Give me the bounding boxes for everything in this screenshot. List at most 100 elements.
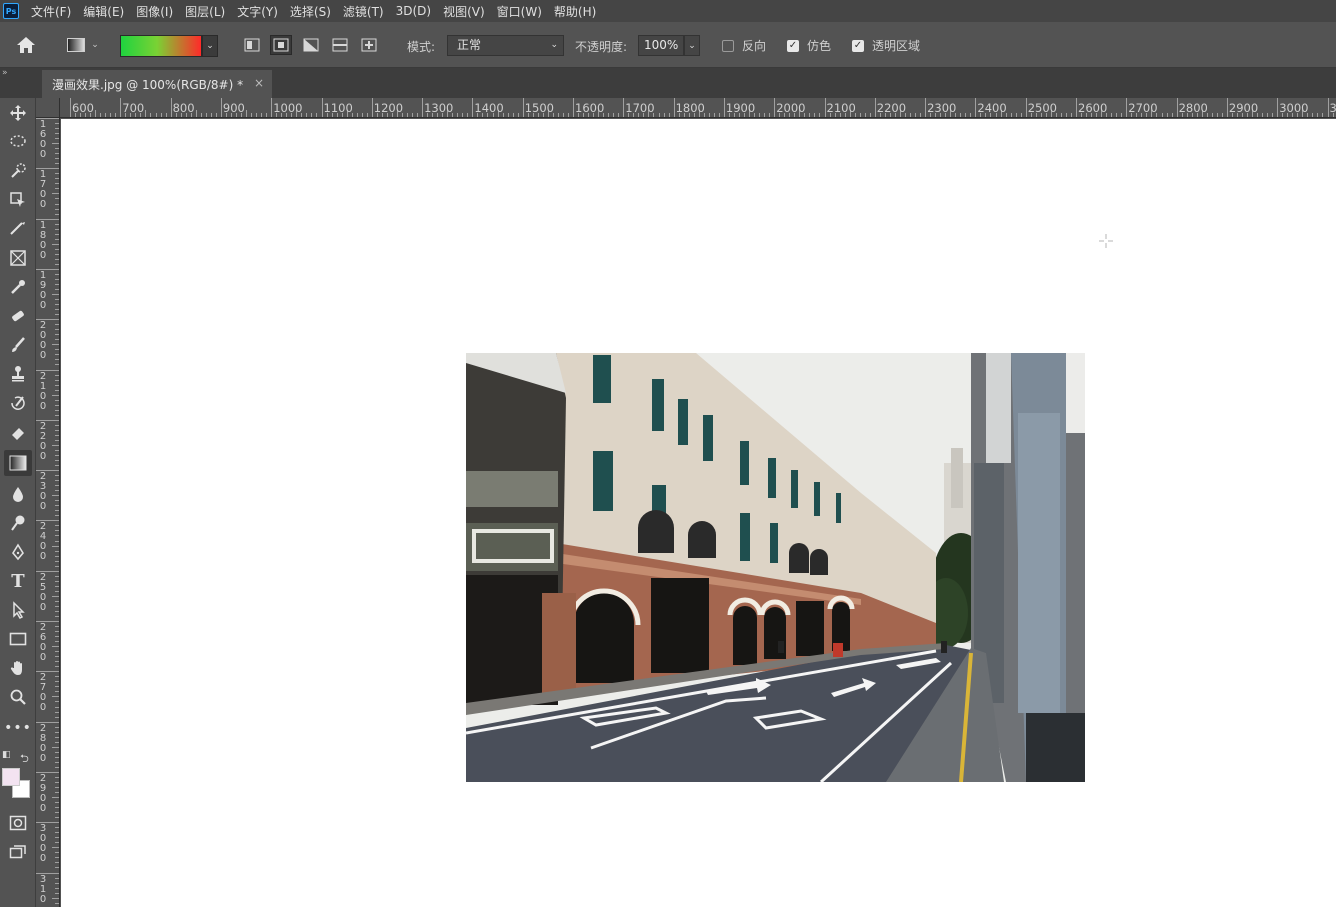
ruler-minor-tick <box>55 409 59 411</box>
reverse-checkbox[interactable]: 反向 <box>722 37 766 54</box>
ruler-minor-tick <box>195 110 197 117</box>
opacity-input[interactable]: 100% <box>638 35 684 56</box>
ruler-minor-tick <box>55 877 59 879</box>
transparency-checkbox[interactable]: ✓ 透明区域 <box>852 37 920 54</box>
ruler-minor-tick <box>55 455 59 456</box>
document-tab[interactable]: 漫画效果.jpg @ 100%(RGB/8#) * × <box>42 70 272 98</box>
ruler-major-tick <box>723 98 725 117</box>
eyedropper-tool-icon[interactable] <box>4 274 32 300</box>
ruler-minor-tick <box>266 113 268 117</box>
ruler-minor-tick <box>1065 113 1067 117</box>
checkbox-box[interactable] <box>722 39 734 52</box>
reflected-gradient-icon <box>332 38 348 52</box>
brush-tool-icon[interactable] <box>4 332 32 358</box>
path-selection-tool-icon[interactable] <box>4 597 32 623</box>
menu-filter[interactable]: 滤镜(T) <box>343 3 384 20</box>
ruler-major-tick <box>1076 98 1077 117</box>
reflected-gradient-button[interactable] <box>329 35 351 55</box>
menu-help[interactable]: 帮助(H) <box>554 3 596 20</box>
gradient-editor-swatch[interactable] <box>120 35 202 57</box>
quick-mask-icon[interactable] <box>4 810 32 836</box>
tool-preset-picker[interactable]: ⌄ <box>62 34 104 56</box>
ruler-minor-tick <box>55 460 59 462</box>
object-selection-tool-icon[interactable] <box>4 187 32 213</box>
default-colors-icon[interactable]: ◧ <box>2 750 11 760</box>
more-tools-icon[interactable]: ••• <box>4 715 32 741</box>
dodge-tool-icon[interactable] <box>4 510 32 536</box>
menu-file[interactable]: 文件(F) <box>31 3 71 20</box>
ruler-minor-tick <box>1161 113 1163 117</box>
close-icon[interactable]: × <box>254 76 264 90</box>
ruler-minor-tick <box>55 510 59 512</box>
ruler-minor-tick <box>55 661 59 663</box>
ruler-minor-tick <box>115 113 117 117</box>
eraser-tool-icon[interactable] <box>4 419 32 445</box>
radial-gradient-button[interactable] <box>270 35 292 55</box>
screen-mode-icon[interactable] <box>4 839 32 865</box>
ruler-minor-tick <box>55 429 59 431</box>
opacity-slider-dropdown[interactable]: ⌄ <box>684 35 700 56</box>
menu-view[interactable]: 视图(V) <box>443 3 485 20</box>
crop-tool-icon[interactable] <box>4 216 32 242</box>
ruler-minor-tick <box>55 188 59 190</box>
ruler-label: 2500 <box>1027 101 1057 115</box>
home-icon[interactable] <box>14 34 38 56</box>
ruler-minor-tick <box>1211 113 1213 117</box>
move-tool-icon[interactable] <box>4 100 32 126</box>
ruler-label: 2000 <box>776 101 806 115</box>
menu-image[interactable]: 图像(I) <box>136 3 173 20</box>
menu-window[interactable]: 窗口(W) <box>497 3 542 20</box>
ruler-minor-tick <box>517 113 519 117</box>
ruler-minor-tick <box>155 113 157 117</box>
ruler-minor-tick <box>361 113 363 117</box>
gradient-tool-icon[interactable] <box>4 450 32 476</box>
ruler-origin[interactable] <box>36 98 60 118</box>
swap-colors-icon[interactable]: ⮌ <box>20 750 29 769</box>
ruler-minor-tick <box>55 560 59 562</box>
blend-mode-select[interactable]: 正常 ⌄ <box>447 35 564 56</box>
ruler-minor-tick <box>55 485 59 487</box>
ruler-minor-tick <box>55 781 59 783</box>
angle-gradient-button[interactable] <box>300 35 322 55</box>
menu-type[interactable]: 文字(Y) <box>237 3 278 20</box>
quick-selection-tool-icon[interactable] <box>4 158 32 184</box>
checkbox-checked-icon[interactable]: ✓ <box>787 39 799 52</box>
healing-brush-tool-icon[interactable] <box>4 303 32 329</box>
menu-edit[interactable]: 编辑(E) <box>83 3 124 20</box>
ruler-minor-tick <box>55 882 59 884</box>
rectangle-tool-icon[interactable] <box>4 626 32 652</box>
zoom-tool-icon[interactable] <box>4 684 32 710</box>
checkbox-checked-icon[interactable]: ✓ <box>852 39 864 52</box>
horizontal-ruler[interactable]: 600 700 800 900 1000 1100 1200 1300 1400 1500 1600… <box>60 98 1336 118</box>
ruler-label: 900 <box>222 101 245 115</box>
ruler-minor-tick <box>55 862 59 864</box>
foreground-color-swatch[interactable] <box>2 768 20 786</box>
ruler-minor-tick <box>55 283 59 285</box>
ruler-minor-tick <box>1010 113 1012 117</box>
ruler-minor-tick <box>960 113 962 117</box>
dither-checkbox[interactable]: ✓ 仿色 <box>787 37 831 54</box>
gradient-picker-dropdown[interactable]: ⌄ <box>202 35 218 57</box>
diamond-gradient-button[interactable] <box>358 35 380 55</box>
menu-layer[interactable]: 图层(L) <box>185 3 225 20</box>
pen-tool-icon[interactable] <box>4 539 32 565</box>
linear-gradient-button[interactable] <box>241 35 263 55</box>
ruler-minor-tick <box>52 444 59 446</box>
menu-select[interactable]: 选择(S) <box>290 3 331 20</box>
frame-tool-icon[interactable] <box>4 245 32 271</box>
clone-stamp-tool-icon[interactable] <box>4 361 32 387</box>
hand-tool-icon[interactable] <box>4 655 32 681</box>
ruler-minor-tick <box>55 480 59 482</box>
lasso-tool-icon[interactable] <box>4 129 32 155</box>
ruler-label: 2700 <box>1128 101 1158 115</box>
blur-tool-icon[interactable] <box>4 481 32 507</box>
type-tool-icon[interactable]: T <box>4 568 32 594</box>
vertical-ruler[interactable]: 1 6 0 0 1 7 0 0 1 8 0 0 1 9 0 0 2 0 0 0 2 1 0… <box>36 118 60 907</box>
document-canvas[interactable] <box>61 119 1336 907</box>
ruler-minor-tick <box>1015 113 1017 117</box>
history-brush-tool-icon[interactable] <box>4 390 32 416</box>
panel-expand-icon[interactable]: » <box>2 68 8 78</box>
ruler-minor-tick <box>55 711 59 713</box>
menu-3d[interactable]: 3D(D) <box>396 4 431 18</box>
ruler-minor-tick <box>110 113 112 117</box>
